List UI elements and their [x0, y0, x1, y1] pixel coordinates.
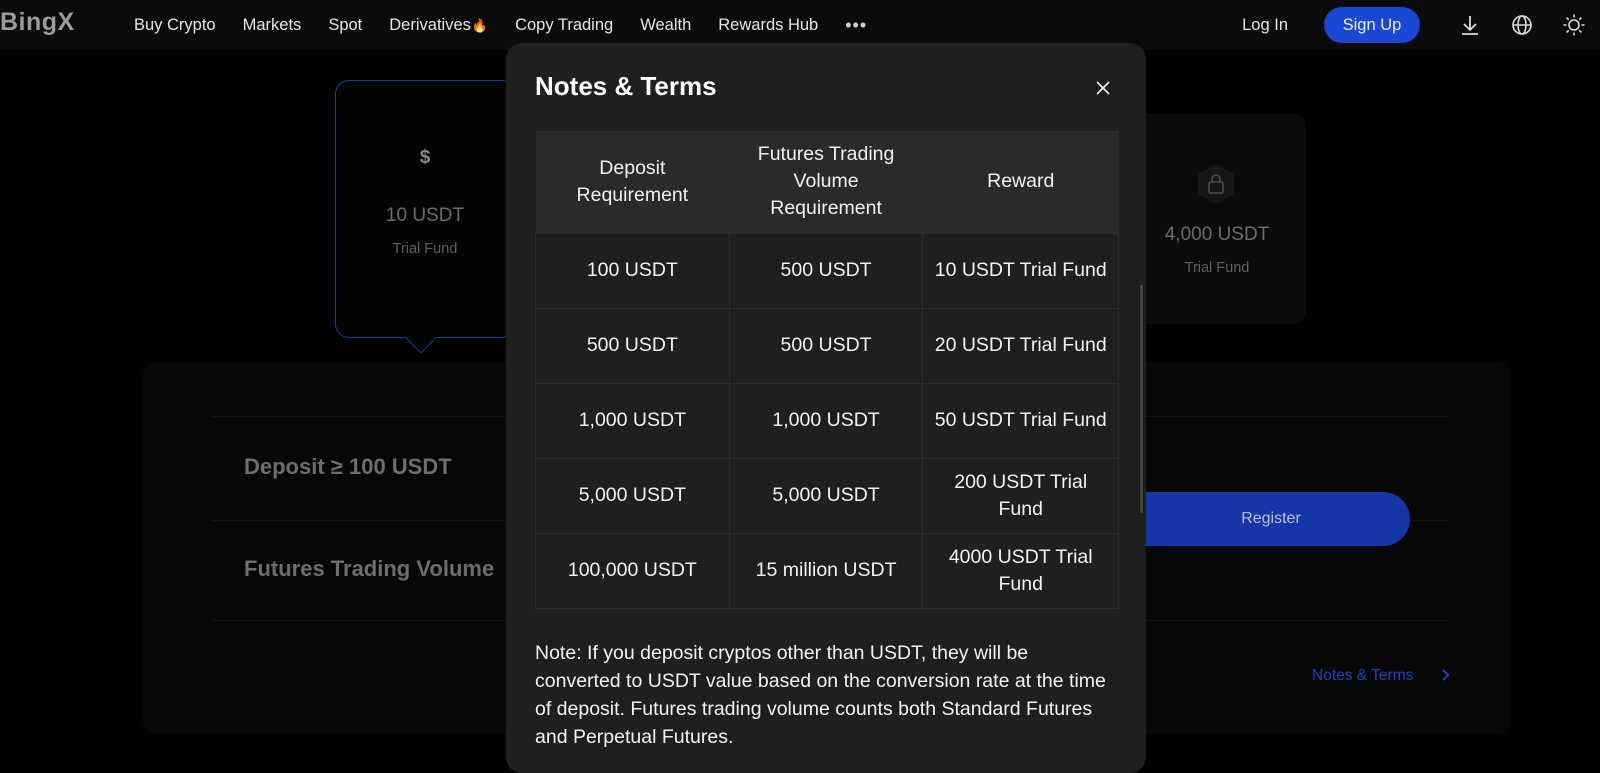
- close-icon[interactable]: [1091, 76, 1115, 100]
- table-cell: 500 USDT: [535, 307, 730, 384]
- lock-icon: [1198, 164, 1234, 204]
- reward-card-locked[interactable]: 4,000 USDT Trial Fund: [1128, 114, 1306, 324]
- nav-derivatives-label: Derivatives: [389, 15, 471, 34]
- theme-sun-icon[interactable]: [1548, 0, 1600, 50]
- table-cell: 50 USDT Trial Fund: [922, 382, 1119, 459]
- column-header: Deposit Requirement: [535, 131, 730, 233]
- modal-scrollbar[interactable]: [1140, 285, 1143, 513]
- table-row: 500 USDT 500 USDT 20 USDT Trial Fund: [535, 307, 1119, 384]
- notes-terms-link[interactable]: Notes & Terms: [1312, 667, 1413, 685]
- table-cell: 200 USDT Trial Fund: [922, 457, 1119, 534]
- card-label: Trial Fund: [392, 241, 458, 257]
- globe-icon[interactable]: [1496, 0, 1548, 50]
- download-icon[interactable]: [1444, 0, 1496, 50]
- bingx-logo[interactable]: BingX: [0, 8, 75, 37]
- table-cell: 5,000 USDT: [728, 457, 924, 534]
- more-menu-icon[interactable]: •••: [845, 15, 867, 36]
- nav-buy-crypto[interactable]: Buy Crypto: [134, 16, 216, 35]
- table-header-row: Deposit Requirement Futures Trading Volu…: [535, 131, 1119, 233]
- column-header: Futures Trading Volume Requirement: [729, 131, 923, 233]
- column-header: Reward: [922, 131, 1119, 233]
- table-cell: 1,000 USDT: [728, 382, 924, 459]
- flame-icon: 🔥: [471, 17, 489, 33]
- table-cell: 1,000 USDT: [535, 382, 730, 459]
- nav-wealth[interactable]: Wealth: [640, 16, 691, 35]
- table-cell: 500 USDT: [728, 232, 924, 309]
- table-cell: 5,000 USDT: [535, 457, 730, 534]
- reward-card-active[interactable]: $ 10 USDT Trial Fund: [335, 80, 515, 354]
- nav-spot[interactable]: Spot: [328, 16, 362, 35]
- table-cell: 500 USDT: [728, 307, 924, 384]
- table-row: 5,000 USDT 5,000 USDT 200 USDT Trial Fun…: [535, 457, 1119, 534]
- nav-copy-trading[interactable]: Copy Trading: [515, 16, 613, 35]
- table-row: 1,000 USDT 1,000 USDT 50 USDT Trial Fund: [535, 382, 1119, 459]
- modal-title: Notes & Terms: [535, 71, 717, 101]
- requirements-table: Deposit Requirement Futures Trading Volu…: [535, 131, 1119, 609]
- nav-derivatives[interactable]: Derivatives🔥: [389, 16, 488, 35]
- table-cell: 4000 USDT Trial Fund: [922, 532, 1119, 609]
- table-row: 100 USDT 500 USDT 10 USDT Trial Fund: [535, 232, 1119, 309]
- notes-terms-modal: Notes & Terms Deposit Requirement Future…: [506, 43, 1146, 773]
- card-amount: 4,000 USDT: [1164, 224, 1270, 245]
- table-cell: 100,000 USDT: [535, 532, 730, 609]
- dollar-icon: $: [419, 147, 431, 168]
- nav-markets[interactable]: Markets: [243, 16, 302, 35]
- card-amount: 10 USDT: [385, 205, 465, 226]
- card-pointer: [405, 322, 437, 354]
- table-cell: 20 USDT Trial Fund: [922, 307, 1119, 384]
- login-link[interactable]: Log In: [1242, 16, 1288, 35]
- signup-button[interactable]: Sign Up: [1324, 7, 1420, 43]
- card-label: Trial Fund: [1184, 260, 1250, 276]
- chevron-right-icon[interactable]: [1441, 668, 1451, 682]
- task-deposit-label: Deposit ≥ 100 USDT: [244, 454, 452, 479]
- task-futures-label: Futures Trading Volume: [244, 556, 495, 581]
- conversion-note: Note: If you deposit cryptos other than …: [535, 642, 1106, 748]
- register-button[interactable]: Register: [1100, 492, 1410, 546]
- table-row: 100,000 USDT 15 million USDT 4000 USDT T…: [535, 532, 1119, 609]
- table-cell: 10 USDT Trial Fund: [922, 232, 1119, 309]
- table-cell: 100 USDT: [535, 232, 730, 309]
- table-cell: 15 million USDT: [728, 532, 924, 609]
- nav-rewards-hub[interactable]: Rewards Hub: [718, 16, 818, 35]
- nav-right: Log In Sign Up: [1242, 0, 1600, 50]
